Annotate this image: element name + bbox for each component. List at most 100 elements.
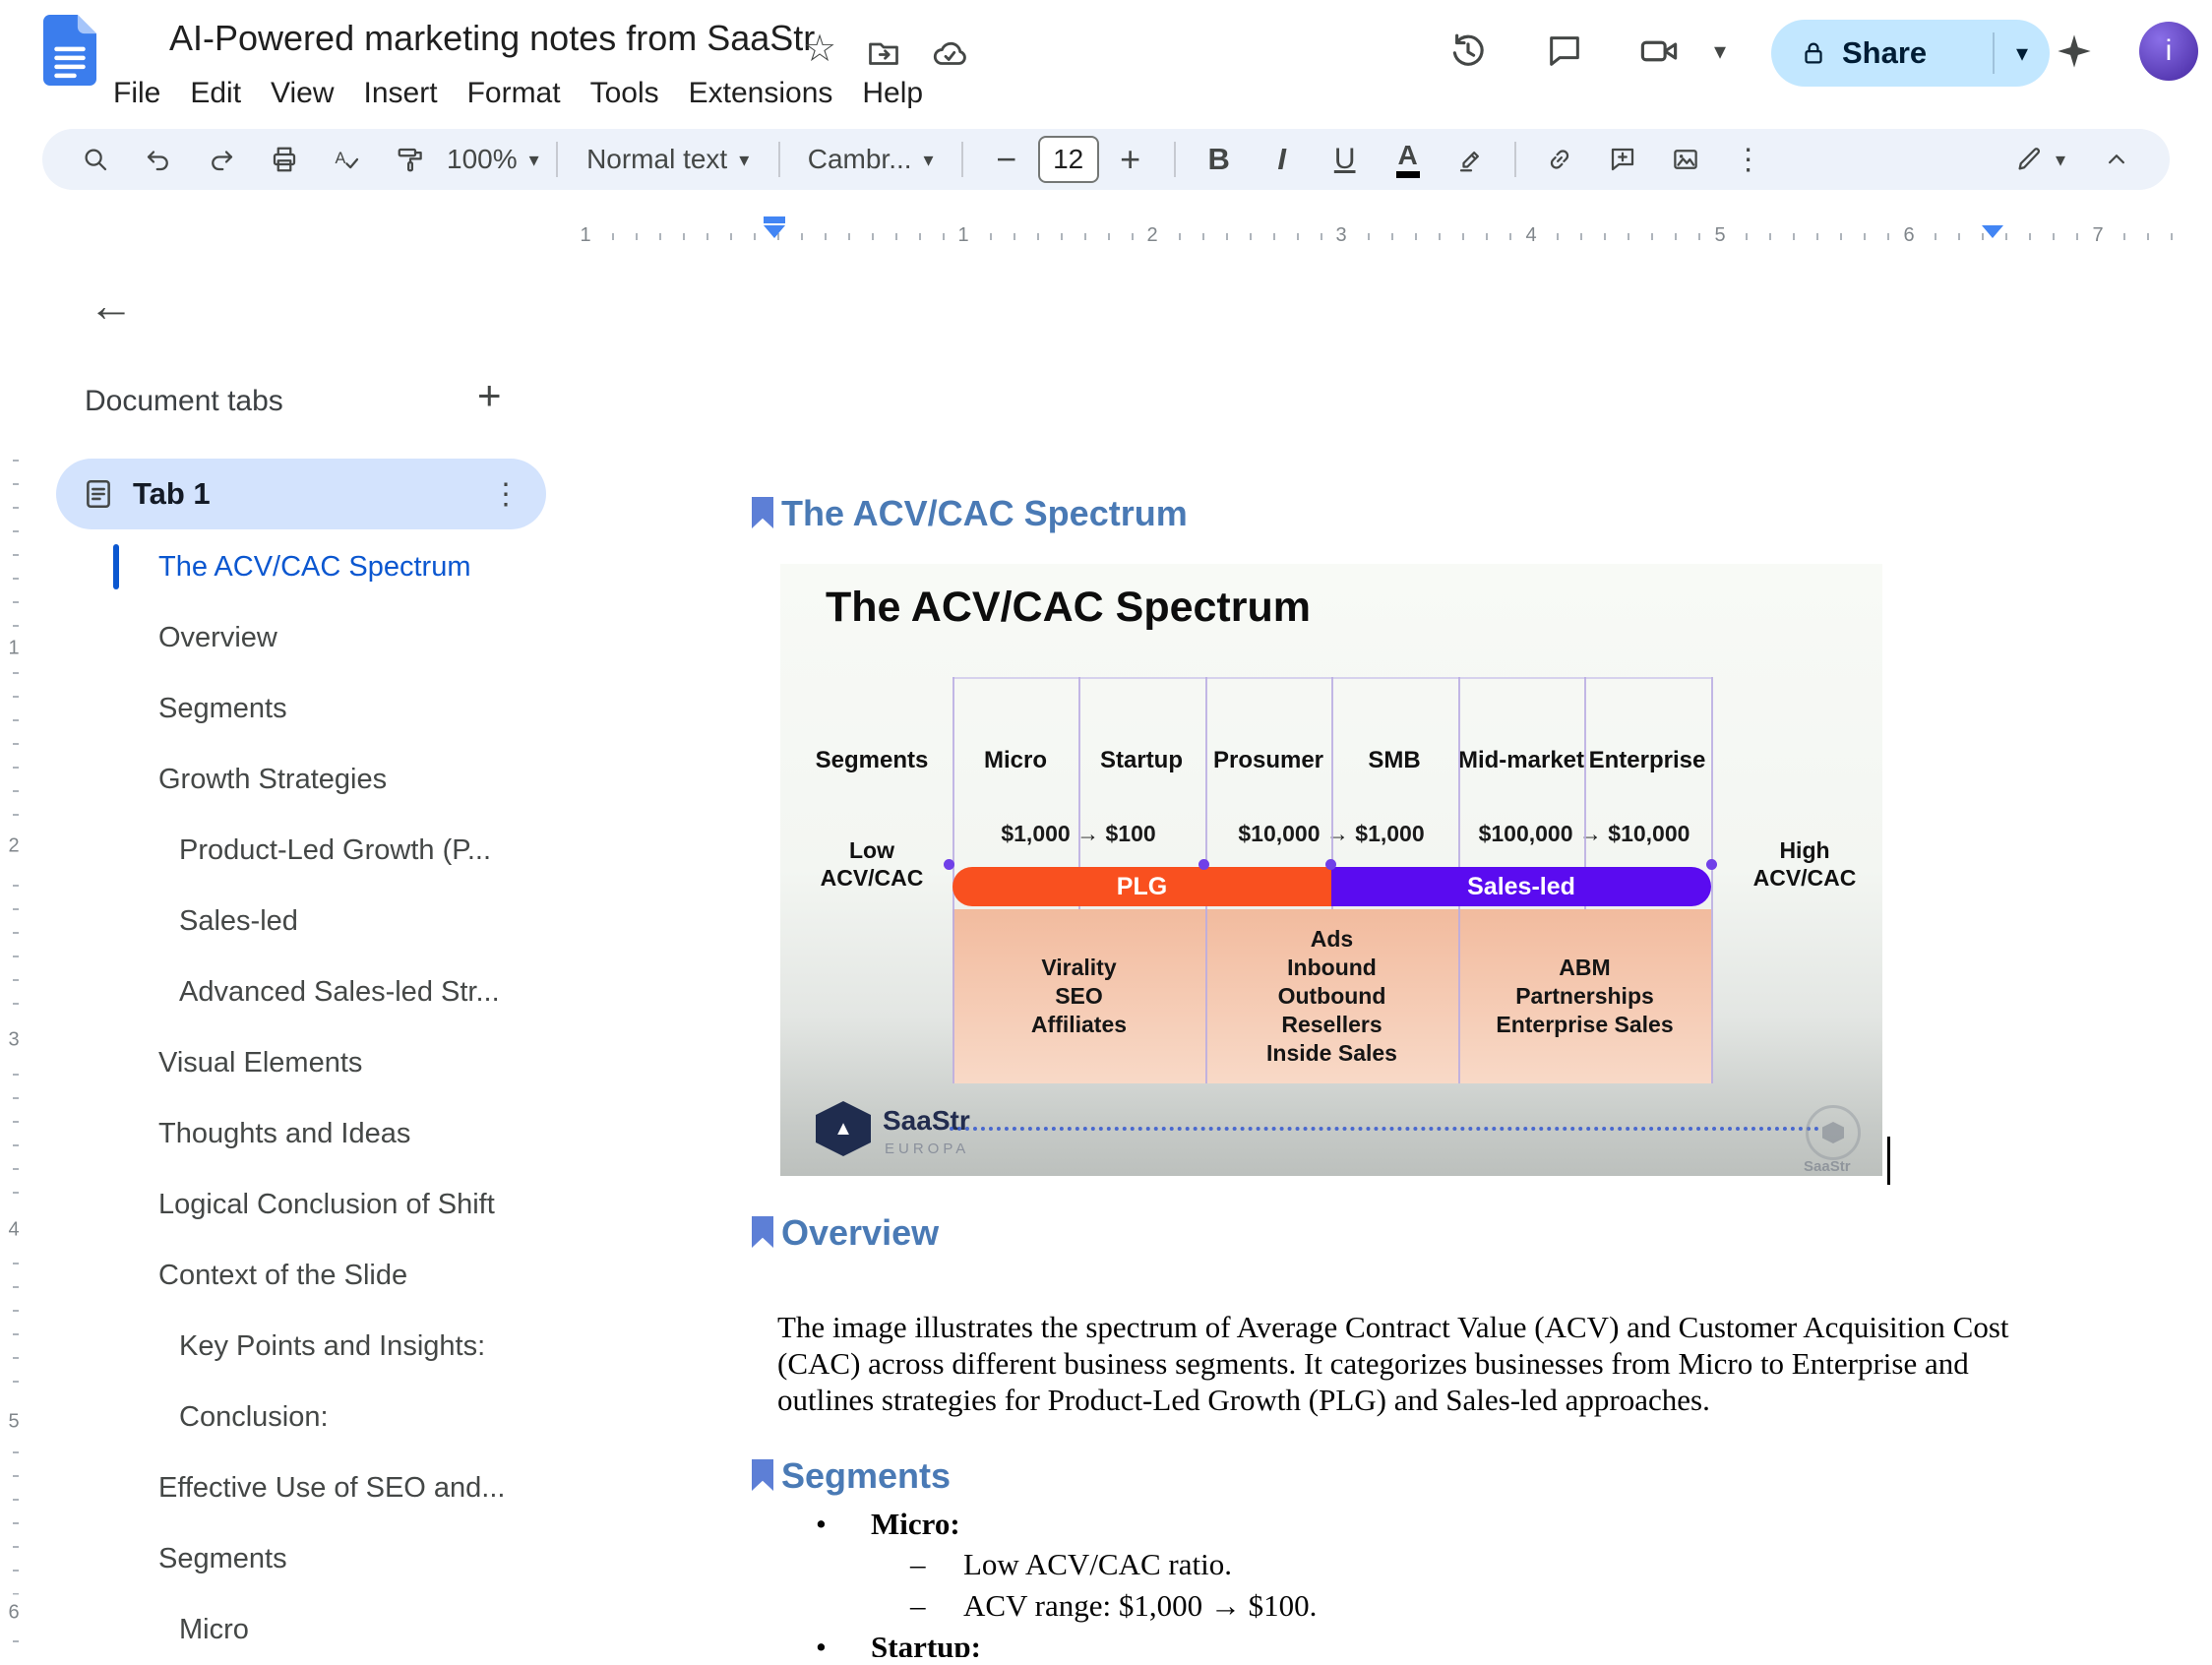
outline-item[interactable]: Segments xyxy=(30,673,581,744)
toolbar-divider xyxy=(961,142,963,177)
overview-paragraph[interactable]: The image illustrates the spectrum of Av… xyxy=(777,1309,2052,1418)
bookmark-icon[interactable] xyxy=(752,1459,773,1491)
outline-item[interactable]: Visual Elements xyxy=(30,1027,581,1098)
more-options-icon[interactable]: ⋮ xyxy=(1717,134,1780,185)
figure-title: The ACV/CAC Spectrum xyxy=(826,584,1311,632)
svg-text:A: A xyxy=(336,150,346,167)
bookmark-icon[interactable] xyxy=(752,497,773,528)
add-comment-icon[interactable] xyxy=(1591,134,1654,185)
panel-title: Document tabs xyxy=(85,385,283,418)
middle-strategies-label: Ads Inbound Outbound Resellers Inside Sa… xyxy=(1205,909,1458,1083)
menu-help[interactable]: Help xyxy=(847,73,938,114)
menu-tools[interactable]: Tools xyxy=(576,73,674,114)
insert-link-icon[interactable] xyxy=(1528,134,1591,185)
italic-button[interactable]: I xyxy=(1251,134,1314,185)
menu-file[interactable]: File xyxy=(98,73,175,114)
outline-item-label: Logical Conclusion of Shift xyxy=(158,1189,495,1221)
font-size-input[interactable]: 12 xyxy=(1038,136,1099,183)
meet-video-icon[interactable] xyxy=(1635,28,1683,75)
insert-image-icon[interactable] xyxy=(1654,134,1717,185)
share-caret-icon[interactable]: ▾ xyxy=(1995,39,2050,68)
search-menus-icon[interactable] xyxy=(64,134,127,185)
outline-item[interactable]: Advanced Sales-led Str... xyxy=(30,956,581,1027)
font-size-decrease[interactable]: − xyxy=(975,134,1038,185)
menu-insert[interactable]: Insert xyxy=(349,73,453,114)
tab-item-tab1[interactable]: Tab 1 ⋮ xyxy=(56,459,546,529)
outline-item-label: Advanced Sales-led Str... xyxy=(179,976,500,1009)
undo-icon[interactable] xyxy=(127,134,190,185)
menu-edit[interactable]: Edit xyxy=(175,73,256,114)
bullet-startup[interactable]: Startup: xyxy=(871,1630,981,1657)
paragraph-style-select[interactable]: Normal text ▾ xyxy=(570,134,767,185)
outline-item[interactable]: The ACV/CAC Spectrum xyxy=(30,531,581,602)
add-tab-icon[interactable]: + xyxy=(477,375,502,416)
star-icon[interactable]: ☆ xyxy=(803,30,836,69)
segment-label: Micro xyxy=(984,747,1047,774)
bookmark-icon[interactable] xyxy=(752,1216,773,1248)
saastr-brand-name: SaaStr xyxy=(883,1105,970,1137)
tab-options-icon[interactable]: ⋮ xyxy=(491,477,521,512)
menu-view[interactable]: View xyxy=(256,73,348,114)
outline-item[interactable]: Logical Conclusion of Shift xyxy=(30,1169,581,1240)
text-color-button[interactable]: A xyxy=(1377,134,1440,185)
ruler-ticks xyxy=(588,233,2180,240)
micro-sub-item[interactable]: ACV range: $1,000 → $100. xyxy=(963,1588,1317,1624)
bullet-micro[interactable]: Micro: xyxy=(871,1507,960,1542)
outline-item[interactable]: Segments xyxy=(30,1523,581,1594)
right-indent-marker[interactable] xyxy=(1982,225,2003,238)
share-button[interactable]: Share ▾ xyxy=(1771,20,2050,87)
menu-format[interactable]: Format xyxy=(453,73,576,114)
zoom-select[interactable]: 100% ▾ xyxy=(442,134,544,185)
font-size-increase[interactable]: + xyxy=(1099,134,1162,185)
close-panel-back-icon[interactable]: ← xyxy=(89,282,134,328)
document-title[interactable]: AI-Powered marketing notes from SaaStr xyxy=(169,18,815,59)
outline-item[interactable]: Key Points and Insights: xyxy=(30,1311,581,1382)
hide-menus-icon[interactable] xyxy=(2085,134,2148,185)
paragraph-style-value: Normal text xyxy=(586,144,727,175)
document-canvas[interactable]: The ACV/CAC Spectrum The ACV/CAC Spectru… xyxy=(588,263,2212,1657)
redo-icon[interactable] xyxy=(190,134,253,185)
ruler-number: 5 xyxy=(1705,221,1734,249)
left-indent-marker[interactable] xyxy=(764,225,785,238)
highlight-color-icon[interactable] xyxy=(1440,134,1503,185)
outline-item[interactable]: Overview xyxy=(30,602,581,673)
underline-button[interactable]: U xyxy=(1314,134,1377,185)
horizontal-ruler[interactable]: 1 1 2 3 4 5 6 7 xyxy=(551,215,2212,260)
move-folder-icon[interactable] xyxy=(866,35,901,71)
first-line-indent-marker[interactable] xyxy=(764,216,785,223)
meet-caret-icon[interactable]: ▾ xyxy=(1696,28,1744,75)
segment-label: Mid-market xyxy=(1458,747,1584,774)
heading-segments[interactable]: Segments xyxy=(752,1457,951,1495)
google-docs-logo[interactable] xyxy=(43,14,96,87)
outline-item[interactable]: Effective Use of SEO and... xyxy=(30,1452,581,1523)
bold-button[interactable]: B xyxy=(1188,134,1251,185)
spellcheck-icon[interactable]: A xyxy=(316,134,379,185)
outline-item[interactable]: Conclusion: xyxy=(30,1382,581,1452)
outline-item[interactable]: Growth Strategies xyxy=(30,744,581,815)
gemini-sparkle-icon[interactable] xyxy=(2051,28,2098,75)
paint-format-icon[interactable] xyxy=(379,134,442,185)
bullet-glyph: • xyxy=(816,1507,827,1542)
segment-label: Prosumer xyxy=(1213,747,1323,774)
micro-sub-item[interactable]: Low ACV/CAC ratio. xyxy=(963,1547,1232,1582)
editing-mode-select[interactable]: ▾ xyxy=(2008,134,2071,185)
ruler-number: 3 xyxy=(1326,221,1355,249)
style-caret-icon: ▾ xyxy=(739,148,749,172)
font-family-value: Cambr... xyxy=(808,144,912,175)
outline-item[interactable]: Micro xyxy=(30,1594,581,1665)
menu-extensions[interactable]: Extensions xyxy=(674,73,848,114)
profile-avatar[interactable]: i xyxy=(2139,22,2198,81)
faint-badge-label: SaaStr xyxy=(1804,1158,1851,1175)
heading-overview[interactable]: Overview xyxy=(752,1214,939,1252)
acv-cac-spectrum-image[interactable]: The ACV/CAC Spectrum Segments Micro Star… xyxy=(780,564,1882,1176)
heading-spectrum[interactable]: The ACV/CAC Spectrum xyxy=(752,495,1188,532)
print-icon[interactable] xyxy=(253,134,316,185)
version-history-icon[interactable] xyxy=(1444,28,1492,75)
outline-item[interactable]: Sales-led xyxy=(30,886,581,956)
outline-item[interactable]: Context of the Slide xyxy=(30,1240,581,1311)
outline-item[interactable]: Thoughts and Ideas xyxy=(30,1098,581,1169)
font-family-select[interactable]: Cambr... ▾ xyxy=(792,134,950,185)
plg-bar: PLG xyxy=(952,867,1331,906)
outline-item[interactable]: Product-Led Growth (P... xyxy=(30,815,581,886)
comments-icon[interactable] xyxy=(1541,28,1588,75)
